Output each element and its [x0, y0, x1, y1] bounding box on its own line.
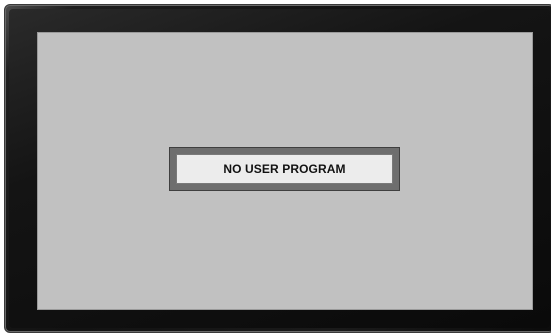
no-user-program-message: NO USER PROGRAM — [223, 162, 346, 176]
message-box: NO USER PROGRAM — [169, 147, 400, 191]
message-box-inner: NO USER PROGRAM — [176, 154, 393, 184]
display-screen: NO USER PROGRAM — [37, 32, 533, 310]
